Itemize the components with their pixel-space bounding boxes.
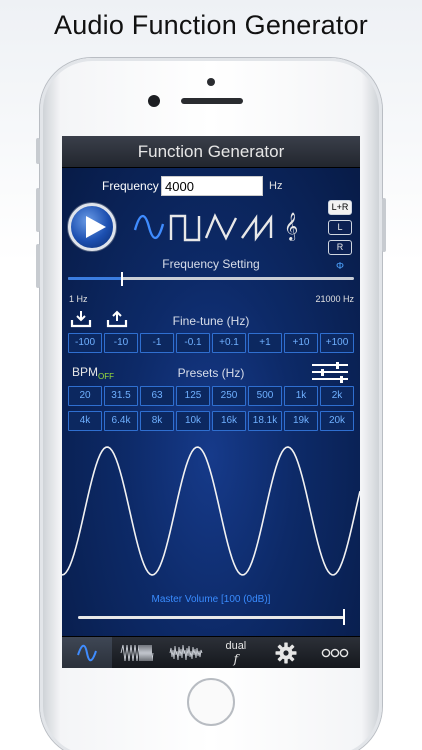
- finetune-row: -100 -10 -1 -0.1 +0.1 +1 +10 +100: [68, 333, 354, 353]
- sweep-icon: [120, 644, 153, 662]
- nav-bar: Function Generator: [62, 136, 360, 168]
- volume-up-button: [36, 188, 40, 232]
- sine-wave-icon[interactable]: [132, 210, 166, 244]
- app-screen: Function Generator Frequency Hz 𝄞 L+R L …: [62, 136, 360, 668]
- tab-bar: dual f: [62, 636, 360, 668]
- mute-switch: [36, 138, 40, 164]
- preset-button[interactable]: 500: [248, 386, 282, 406]
- finetune-button[interactable]: +1: [248, 333, 282, 353]
- finetune-button[interactable]: -0.1: [176, 333, 210, 353]
- preset-button[interactable]: 10k: [176, 411, 210, 431]
- finetune-button[interactable]: +100: [320, 333, 354, 353]
- proximity-sensor: [207, 78, 215, 86]
- mixer-settings-icon[interactable]: [310, 361, 350, 383]
- preset-button[interactable]: 19k: [284, 411, 318, 431]
- front-camera: [148, 95, 160, 107]
- preset-button[interactable]: 125: [176, 386, 210, 406]
- preset-button[interactable]: 63: [140, 386, 174, 406]
- noise-icon: [169, 644, 203, 661]
- preset-button[interactable]: 2k: [320, 386, 354, 406]
- presets-row-1: 20 31.5 63 125 250 500 1k 2k: [68, 386, 354, 406]
- tab-noise[interactable]: [161, 637, 211, 668]
- channel-r-button[interactable]: R: [328, 240, 352, 255]
- gear-icon: [275, 642, 297, 664]
- preset-button[interactable]: 6.4k: [104, 411, 138, 431]
- finetune-button[interactable]: -100: [68, 333, 102, 353]
- dual-label: dual: [225, 640, 247, 652]
- more-icon: [321, 648, 349, 658]
- sawtooth-wave-icon[interactable]: [240, 210, 274, 244]
- master-volume-thumb[interactable]: [343, 609, 345, 625]
- preset-button[interactable]: 20: [68, 386, 102, 406]
- square-wave-icon[interactable]: [168, 210, 202, 244]
- finetune-button[interactable]: -10: [104, 333, 138, 353]
- treble-clef-icon[interactable]: 𝄞: [284, 212, 304, 242]
- frequency-unit: Hz: [269, 180, 283, 192]
- preset-button[interactable]: 8k: [140, 411, 174, 431]
- presets-row-2: 4k 6.4k 8k 10k 16k 18.1k 19k 20k: [68, 411, 354, 431]
- headline: Audio Function Generator: [54, 10, 368, 40]
- preset-button[interactable]: 31.5: [104, 386, 138, 406]
- preset-button[interactable]: 4k: [68, 411, 102, 431]
- finetune-button[interactable]: -1: [140, 333, 174, 353]
- preset-button[interactable]: 20k: [320, 411, 354, 431]
- volume-down-button: [36, 244, 40, 288]
- tab-sweep[interactable]: [112, 637, 162, 668]
- preset-button[interactable]: 16k: [212, 411, 246, 431]
- play-icon: [86, 216, 106, 238]
- earpiece-speaker: [181, 98, 243, 104]
- dual-f-label: f: [233, 652, 239, 666]
- sine-tab-icon: [76, 644, 97, 662]
- preset-button[interactable]: 1k: [284, 386, 318, 406]
- home-button: [187, 678, 235, 726]
- frequency-setting-label: Frequency Setting: [162, 257, 260, 271]
- finetune-label: Fine-tune (Hz): [172, 314, 250, 328]
- frequency-slider-thumb[interactable]: [121, 272, 124, 286]
- preset-button[interactable]: 250: [212, 386, 246, 406]
- tab-generator[interactable]: [62, 637, 112, 668]
- preset-button[interactable]: 18.1k: [248, 411, 282, 431]
- waveform-display: [62, 446, 360, 576]
- frequency-min-label: 1 Hz: [69, 294, 88, 304]
- finetune-button[interactable]: +0.1: [212, 333, 246, 353]
- tab-dual-frequency[interactable]: dual f: [211, 637, 261, 668]
- app-title: Function Generator: [137, 142, 285, 161]
- master-volume-fill: [78, 616, 344, 619]
- tab-more[interactable]: [310, 637, 360, 668]
- frequency-max-label: 21000 Hz: [315, 294, 354, 304]
- channel-l-button[interactable]: L: [328, 220, 352, 235]
- master-volume-label: Master Volume [100 (0dB)]: [151, 594, 271, 605]
- power-button: [382, 198, 386, 252]
- frequency-label: Frequency: [102, 179, 159, 193]
- finetune-button[interactable]: +10: [284, 333, 318, 353]
- frequency-input[interactable]: [161, 176, 263, 196]
- triangle-wave-icon[interactable]: [204, 210, 238, 244]
- tab-settings[interactable]: [261, 637, 311, 668]
- play-button[interactable]: [68, 203, 116, 251]
- channel-lr-button[interactable]: L+R: [328, 200, 352, 215]
- frequency-slider-fill: [68, 277, 123, 280]
